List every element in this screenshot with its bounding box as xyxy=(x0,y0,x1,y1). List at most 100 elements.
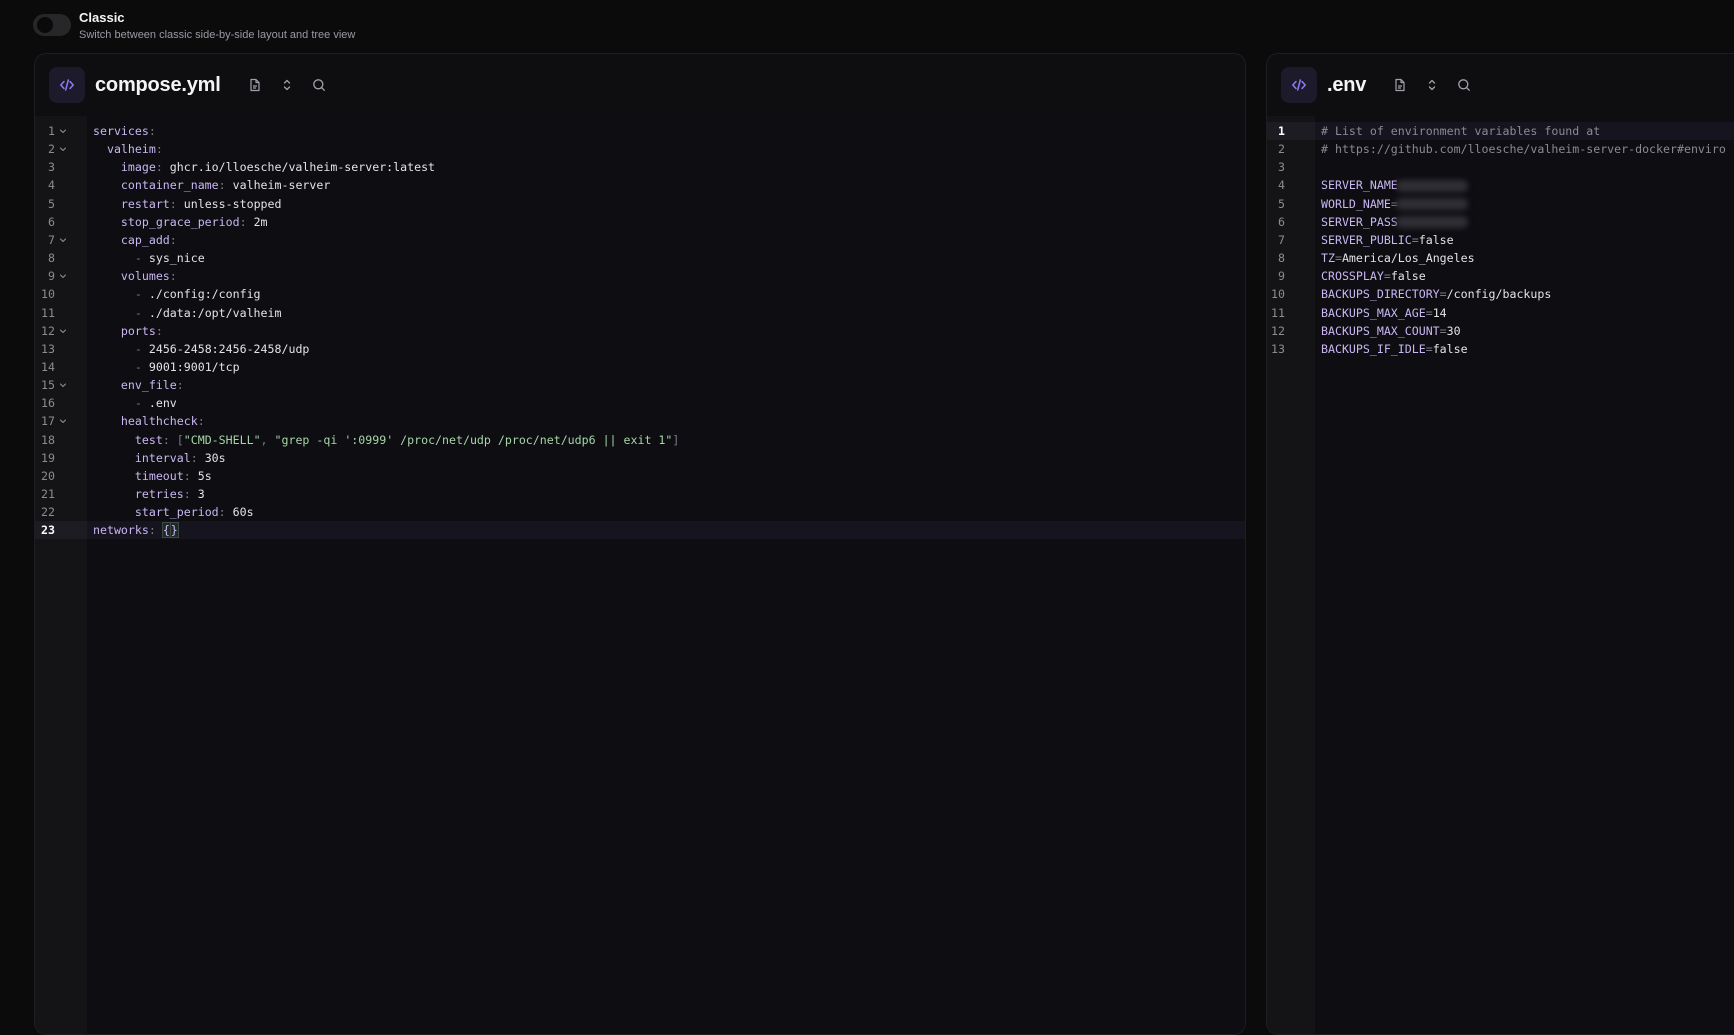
code-line[interactable]: - ./config:/config xyxy=(87,285,1245,303)
code-token: ./config:/config xyxy=(148,287,261,302)
code-line[interactable]: retries: 3 xyxy=(87,485,1245,503)
code-line[interactable]: healthcheck: xyxy=(87,412,1245,430)
line-number: 9 xyxy=(1278,269,1285,284)
fold-chevron-icon[interactable] xyxy=(59,267,69,285)
code-line[interactable]: timeout: 5s xyxy=(87,467,1245,485)
code-line-text: TZ=America/Los_Angeles xyxy=(1315,251,1475,265)
search-icon[interactable] xyxy=(303,69,335,101)
code-line[interactable]: # https://github.com/lloesche/valheim-se… xyxy=(1315,140,1734,158)
gutter-line: 7 xyxy=(1267,231,1315,249)
code-token: - xyxy=(134,287,149,302)
env-code-editor[interactable]: 1 2 3 4 5 6 7 8 9 10 11 12 13 # List of environment … xyxy=(1267,116,1734,1034)
fold-chevron-icon[interactable] xyxy=(59,322,69,340)
code-token: = xyxy=(1439,287,1447,302)
code-line[interactable]: # List of environment variables found at xyxy=(1315,122,1734,140)
code-line[interactable]: - ./data:/opt/valheim xyxy=(87,304,1245,322)
code-token: 60s xyxy=(232,505,254,520)
code-line[interactable]: container_name: valheim-server xyxy=(87,176,1245,194)
code-line[interactable]: test: ["CMD-SHELL", "grep -qi ':0999' /p… xyxy=(87,431,1245,449)
fold-chevron-icon[interactable] xyxy=(59,376,69,394)
code-area[interactable]: services: valheim: image: ghcr.io/lloesc… xyxy=(87,116,1245,1034)
code-token: SERVER_NAME xyxy=(1321,178,1398,193)
gutter-line: 8 xyxy=(35,249,87,267)
code-line[interactable]: services: xyxy=(87,122,1245,140)
code-line[interactable]: image: ghcr.io/lloesche/valheim-server:l… xyxy=(87,158,1245,176)
code-line[interactable]: cap_add: xyxy=(87,231,1245,249)
code-line[interactable]: - 2456-2458:2456-2458/udp xyxy=(87,340,1245,358)
code-line[interactable]: SERVER_PASS xyxy=(1315,213,1734,231)
chevron-up-down-icon[interactable] xyxy=(271,69,303,101)
gutter-line: 12 xyxy=(35,322,87,340)
code-line[interactable]: SERVER_NAME xyxy=(1315,176,1734,194)
code-token: timeout xyxy=(134,468,184,483)
code-line[interactable]: stop_grace_period: 2m xyxy=(87,213,1245,231)
code-line[interactable]: start_period: 60s xyxy=(87,503,1245,521)
redacted-value xyxy=(1395,216,1468,229)
code-line[interactable]: - .env xyxy=(87,394,1245,412)
code-token: = xyxy=(1425,305,1433,320)
gutter-line: 10 xyxy=(35,285,87,303)
fold-chevron-icon[interactable] xyxy=(59,231,69,249)
code-line-text: SERVER_PUBLIC=false xyxy=(1315,233,1454,247)
code-line-text: SERVER_NAME xyxy=(1315,178,1468,192)
gutter-line: 19 xyxy=(35,449,87,467)
gutter-line: 4 xyxy=(35,176,87,194)
line-number: 1 xyxy=(1278,124,1285,138)
line-number: 10 xyxy=(1271,287,1285,302)
compose-code-editor[interactable]: 1 2 3 4 5 6 7 8 9 10 11 12 13 14 15 16 17 18 19 20 21 22 23 se… xyxy=(35,116,1245,1034)
code-line[interactable]: interval: 30s xyxy=(87,449,1245,467)
code-line[interactable]: valheim: xyxy=(87,140,1245,158)
code-token: = xyxy=(1334,251,1342,266)
compose-editor-panel: compose.yml 1 2 3 4 5 6 7 8 9 10 11 12 13 14 15 16 17 18 1… xyxy=(34,53,1246,1035)
code-token: ] xyxy=(672,432,680,447)
gutter-line: 1 xyxy=(35,122,87,140)
code-token: : xyxy=(183,468,198,483)
code-line[interactable]: volumes: xyxy=(87,267,1245,285)
code-line[interactable]: env_file: xyxy=(87,376,1245,394)
code-line[interactable]: BACKUPS_IF_IDLE=false xyxy=(1315,340,1734,358)
line-number-gutter: 1 2 3 4 5 6 7 8 9 10 11 12 13 14 15 16 17 18 19 20 21 22 23 xyxy=(35,116,87,1034)
code-token: WORLD_NAME xyxy=(1321,196,1391,211)
code-line-text: # List of environment variables found at xyxy=(1315,124,1600,138)
code-token: - xyxy=(134,251,149,266)
fold-chevron-icon[interactable] xyxy=(59,140,69,158)
code-line[interactable]: WORLD_NAME= xyxy=(1315,195,1734,213)
code-line[interactable]: BACKUPS_MAX_COUNT=30 xyxy=(1315,322,1734,340)
code-token: retries xyxy=(134,487,184,501)
code-line[interactable]: - sys_nice xyxy=(87,249,1245,267)
layout-toggle-row: Classic Switch between classic side-by-s… xyxy=(33,10,355,44)
search-icon[interactable] xyxy=(1448,69,1480,101)
toggle-title: Classic xyxy=(79,10,125,25)
fold-chevron-icon[interactable] xyxy=(59,412,69,430)
code-line[interactable]: CROSSPLAY=false xyxy=(1315,267,1734,285)
code-line[interactable]: ports: xyxy=(87,322,1245,340)
line-number: 8 xyxy=(48,251,55,266)
code-line-text: services: xyxy=(87,124,156,138)
gutter-line: 20 xyxy=(35,467,87,485)
code-line[interactable] xyxy=(1315,158,1734,176)
code-line-text: healthcheck: xyxy=(87,414,205,428)
code-line[interactable]: - 9001:9001/tcp xyxy=(87,358,1245,376)
code-line[interactable]: TZ=America/Los_Angeles xyxy=(1315,249,1734,267)
code-line[interactable]: BACKUPS_DIRECTORY=/config/backups xyxy=(1315,285,1734,303)
code-line[interactable]: restart: unless-stopped xyxy=(87,195,1245,213)
line-number: 13 xyxy=(41,341,55,356)
code-line[interactable]: BACKUPS_MAX_AGE=14 xyxy=(1315,304,1734,322)
code-token: BACKUPS_MAX_COUNT xyxy=(1321,323,1440,338)
code-area[interactable]: # List of environment variables found at… xyxy=(1315,116,1734,1034)
gutter-line: 18 xyxy=(35,431,87,449)
file-icon[interactable] xyxy=(1384,69,1416,101)
gutter-line: 2 xyxy=(1267,140,1315,158)
fold-chevron-icon[interactable] xyxy=(59,122,69,140)
code-line[interactable]: SERVER_PUBLIC=false xyxy=(1315,231,1734,249)
chevron-up-down-icon[interactable] xyxy=(1416,69,1448,101)
classic-layout-toggle[interactable] xyxy=(33,14,71,36)
file-icon[interactable] xyxy=(239,69,271,101)
code-line[interactable]: networks: {} xyxy=(87,521,1245,540)
